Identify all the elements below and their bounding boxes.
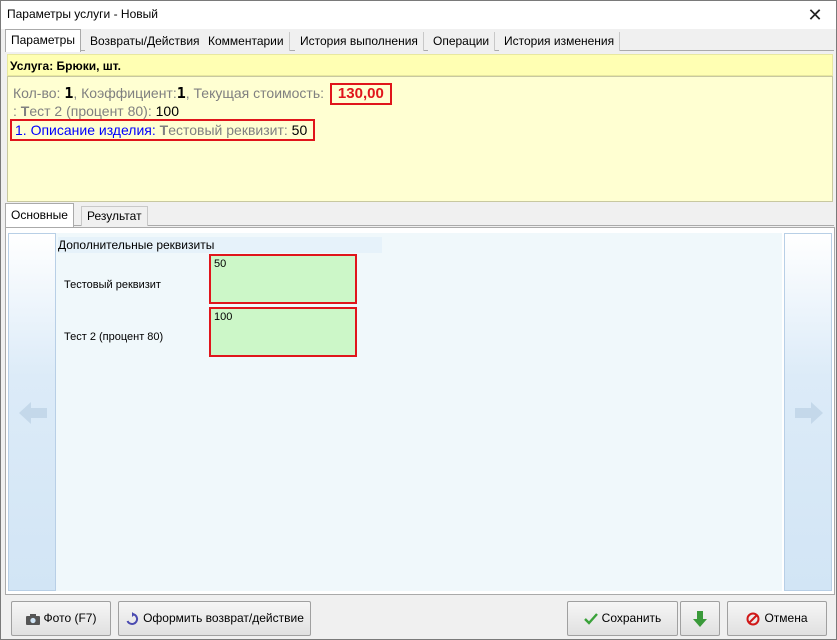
tab-returns-actions[interactable]: Возвраты/Действия	[85, 32, 206, 51]
photo-button[interactable]: Фото (F7)	[11, 601, 111, 636]
camera-icon	[25, 613, 40, 625]
dialog-window: Параметры услуги - Новый ✕ Параметры Воз…	[0, 0, 837, 640]
item-description-line: 1. Описание изделия: Тестовый реквизит: …	[10, 119, 316, 141]
coef-value: 1	[176, 84, 186, 102]
line3-bold: Т	[159, 122, 169, 138]
window-title: Параметры услуги - Новый	[7, 7, 158, 21]
quantity-line: Кол-во: 1, Коэффициент:1, Текущая стоимо…	[13, 83, 392, 105]
tab-parameters[interactable]: Параметры	[5, 29, 81, 52]
arrow-right-icon	[795, 402, 823, 424]
checkmark-icon	[583, 613, 598, 625]
field-input-test-attribute[interactable]: 50	[209, 254, 357, 304]
next-nav-button[interactable]	[784, 233, 832, 591]
close-icon[interactable]: ✕	[798, 1, 832, 29]
tab-change-history[interactable]: История изменения	[499, 32, 621, 51]
arrow-down-icon	[693, 610, 707, 627]
field-label-test-attribute: Тестовый реквизит	[64, 279, 161, 291]
title-bar: Параметры услуги - Новый ✕	[1, 1, 836, 29]
line3-label: естовый реквизит:	[168, 122, 292, 138]
line2-prefix: :	[13, 103, 21, 119]
line3-value: 50	[291, 122, 308, 138]
service-info-panel: Кол-во: 1, Коэффициент:1, Текущая стоимо…	[7, 76, 833, 202]
save-button[interactable]: Сохранить	[567, 601, 678, 636]
qty-label: Кол-во:	[13, 85, 65, 101]
return-action-label: Оформить возврат/действие	[143, 611, 304, 625]
cancel-button-label: Отмена	[764, 611, 808, 625]
qty-value: 1	[64, 84, 74, 102]
tab-execution-history[interactable]: История выполнения	[295, 32, 424, 51]
details-panel: Дополнительные реквизиты Тестовый реквиз…	[5, 227, 835, 595]
save-dropdown-button[interactable]	[680, 601, 720, 636]
save-button-label: Сохранить	[601, 611, 662, 625]
coef-label: , Коэффициент:	[73, 85, 177, 101]
field-label-test2: Тест 2 (процент 80)	[64, 331, 164, 343]
tab-main[interactable]: Основные	[5, 203, 74, 227]
tab-operations[interactable]: Операции	[428, 32, 496, 51]
main-tabs: Параметры Возвраты/Действия Комментарии …	[5, 29, 834, 52]
arrow-left-icon	[19, 402, 47, 424]
section-title: Дополнительные реквизиты	[58, 237, 382, 253]
line2-value: 100	[155, 103, 179, 119]
current-cost-value: 130,00	[329, 83, 392, 105]
cost-label: , Текущая стоимость:	[185, 85, 325, 101]
return-action-button[interactable]: Оформить возврат/действие	[118, 601, 311, 636]
line2-label: ест 2 (процент 80):	[29, 103, 156, 119]
test2-line: : Тест 2 (процент 80): 100	[13, 103, 179, 119]
undo-icon	[126, 611, 139, 625]
photo-button-label: Фото (F7)	[43, 611, 97, 625]
details-content: Дополнительные реквизиты Тестовый реквиз…	[56, 233, 782, 591]
cancel-button[interactable]: Отмена	[727, 601, 827, 636]
field-input-test2[interactable]: 100	[209, 307, 357, 357]
sub-tabs: Основные Результат	[5, 203, 834, 227]
tab-comments[interactable]: Комментарии	[203, 32, 290, 51]
service-header: Услуга: Брюки, шт.	[7, 54, 833, 76]
prev-nav-button[interactable]	[8, 233, 56, 591]
tab-result[interactable]: Результат	[81, 206, 148, 226]
cancel-icon	[746, 612, 760, 626]
line3-blue: 1. Описание изделия:	[15, 122, 160, 138]
